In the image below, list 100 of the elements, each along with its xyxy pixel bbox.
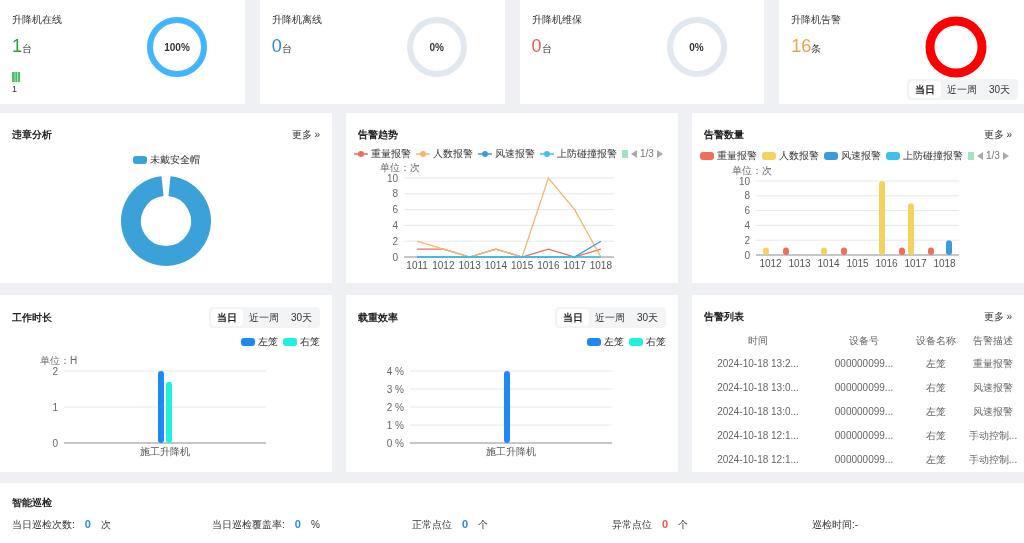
axis-category-label: 1012 xyxy=(759,258,782,269)
legend-label: 右笼 xyxy=(300,335,320,349)
axis-unit-label: 单位：次 xyxy=(732,165,772,176)
card-title: 违章分析 xyxy=(12,128,52,142)
bar-value: 1 xyxy=(12,83,17,96)
axis-tick-label: 10 xyxy=(386,172,398,184)
legend-label: 人数报警 xyxy=(779,149,819,163)
axis-tick-label: 8 xyxy=(392,188,398,200)
column-header: 设备名称 xyxy=(915,334,957,348)
axis-category-label: 1017 xyxy=(904,258,927,269)
stat-value: 0 xyxy=(294,517,301,532)
stat-unit: 个 xyxy=(478,517,489,532)
axis-category-label: 1014 xyxy=(484,260,507,271)
stat-label: 异常点位 xyxy=(612,517,652,532)
stat-unit: 个 xyxy=(678,517,689,532)
legend-label: 人数报警 xyxy=(433,147,473,161)
column-header: 告警描述 xyxy=(972,334,1014,348)
stat-title: 升降机告警 xyxy=(791,13,843,27)
axis-category-label: 1016 xyxy=(875,258,898,269)
stat-value: 0 xyxy=(271,37,282,55)
stat-unit: 台 xyxy=(22,42,32,56)
table-cell-text: 2024-10-18 13:0... xyxy=(716,405,800,419)
axis-tick-label: 0 % xyxy=(386,437,404,449)
axis-category-label: 1015 xyxy=(846,258,869,269)
stat-label: 当日巡检次数: xyxy=(12,517,75,532)
table-cell-text: 000000099... xyxy=(833,381,895,395)
table-cell-text: 风速报警 xyxy=(972,405,1014,419)
legend-label: 上防碰撞报警 xyxy=(903,149,963,163)
table-cell-text: 000000099... xyxy=(833,429,895,443)
stat-value: 0 xyxy=(531,37,542,55)
table-cell-text: 手动控制... xyxy=(967,429,1019,443)
axis-tick-label: 1 xyxy=(52,401,58,413)
axis-tick-label: 2 xyxy=(744,234,750,246)
axis-category-label: 施工升降机 xyxy=(140,446,190,457)
table-cell-text: 左笼 xyxy=(925,357,947,371)
axis-category-label: 施工升降机 xyxy=(486,446,536,457)
percent-label: 100% xyxy=(164,40,190,55)
page-indicator: 1/3 xyxy=(986,149,1000,163)
table-cell-text: 2024-10-18 12:1... xyxy=(716,429,800,443)
column-header: 设备号 xyxy=(848,334,880,348)
table-cell-text: 000000099... xyxy=(833,357,895,371)
axis-tick-label: 0 xyxy=(744,249,750,261)
stat-value: 0 xyxy=(462,517,469,532)
axis-tick-label: 0 xyxy=(392,251,398,263)
axis-category-label: 1013 xyxy=(788,258,811,269)
table-cell-text: 右笼 xyxy=(925,381,947,395)
legend-label: 左笼 xyxy=(258,335,278,349)
axis-tick-label: 2 xyxy=(392,235,398,247)
stat-title: 升降机维保 xyxy=(531,13,583,27)
stat-title: 升降机在线 xyxy=(12,13,63,27)
axis-tick-label: 4 % xyxy=(386,365,404,377)
card-title: 告警数量 xyxy=(704,128,744,142)
axis-category-label: 1011 xyxy=(406,260,428,271)
stat-value: 0 xyxy=(84,517,91,532)
axis-category-label: 1016 xyxy=(537,260,560,271)
axis-tick-label: 6 xyxy=(744,205,750,217)
stat-title: 升降机离线 xyxy=(271,13,323,27)
legend-label: 右笼 xyxy=(646,335,666,349)
table-cell-text: 2024-10-18 13:0... xyxy=(716,381,800,395)
table-cell-text: 重量报警 xyxy=(972,357,1014,371)
column-header: 时间 xyxy=(747,334,769,348)
axis-category-label: 1018 xyxy=(933,258,956,269)
axis-category-label: 1014 xyxy=(817,258,840,269)
axis-tick-label: 4 xyxy=(744,219,750,231)
legend-label: 风速报警 xyxy=(495,147,535,161)
card-title: 载重效率 xyxy=(358,311,398,325)
axis-tick-label: 8 xyxy=(744,190,750,202)
stat-value: 1 xyxy=(12,37,22,55)
table-cell-text: 左笼 xyxy=(925,453,947,467)
legend-label: 左笼 xyxy=(604,335,624,349)
axis-category-label: 1013 xyxy=(458,260,481,271)
table-cell-text: 000000099... xyxy=(833,405,895,419)
card-title: 智能巡检 xyxy=(12,496,53,510)
axis-tick-label: 3 % xyxy=(386,383,404,395)
stat-label: 正常点位 xyxy=(412,517,452,532)
axis-tick-label: 4 xyxy=(392,219,398,231)
stat-unit: % xyxy=(310,517,320,532)
legend-label: 重量报警 xyxy=(717,149,757,163)
percent-label: 0% xyxy=(429,40,444,55)
percent-label: 0% xyxy=(689,40,704,55)
card-title: 告警列表 xyxy=(704,310,744,324)
stat-value: 0 xyxy=(662,517,669,532)
legend-label: 上防碰撞报警 xyxy=(557,147,617,161)
card-title: 工作时长 xyxy=(12,311,52,325)
stat-unit: 台 xyxy=(541,42,552,56)
axis-category-label: 1012 xyxy=(432,260,455,271)
axis-tick-label: 2 xyxy=(52,365,58,377)
axis-tick-label: 2 % xyxy=(386,401,404,413)
table-cell-text: 右笼 xyxy=(925,429,947,443)
legend-label: 重量报警 xyxy=(371,147,411,161)
table-cell-text: 左笼 xyxy=(925,405,947,419)
axis-category-label: 1017 xyxy=(563,260,586,271)
stat-value: 16 xyxy=(791,37,812,55)
axis-tick-label: 6 xyxy=(392,204,398,216)
axis-unit-label: 单位：次 xyxy=(380,162,420,173)
stat-label: 当日巡检覆盖率: xyxy=(212,517,285,532)
table-cell-text: 风速报警 xyxy=(972,381,1014,395)
legend-label: 风速报警 xyxy=(841,149,881,163)
stat-unit: 台 xyxy=(281,42,292,56)
card-title: 告警趋势 xyxy=(358,128,398,142)
